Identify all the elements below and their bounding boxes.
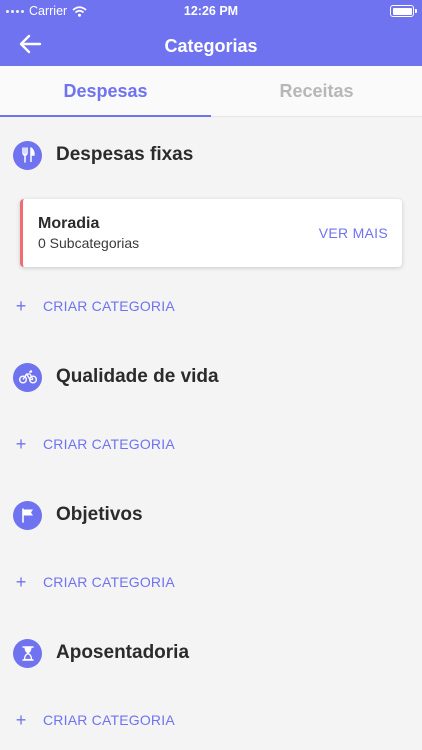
- section-title: Despesas fixas: [56, 144, 194, 165]
- create-category-label: CRIAR CATEGORIA: [43, 298, 175, 314]
- section-title: Aposentadoria: [56, 642, 190, 663]
- tab-despesas[interactable]: Despesas: [0, 66, 211, 117]
- create-category-button[interactable]: + CRIAR CATEGORIA: [14, 710, 175, 730]
- fork-knife-icon: [13, 140, 42, 170]
- status-time: 12:26 PM: [183, 4, 239, 18]
- tab-receitas[interactable]: Receitas: [211, 66, 422, 117]
- top-bar: Categorias: [0, 22, 422, 66]
- hourglass-icon: [13, 638, 42, 668]
- section-title: Objetivos: [56, 504, 143, 525]
- see-more-button[interactable]: VER MAIS: [319, 225, 388, 241]
- section-header-aposentadoria: Aposentadoria: [13, 638, 189, 668]
- flag-icon: [13, 500, 42, 530]
- plus-icon: +: [15, 709, 27, 730]
- category-name: Moradia: [38, 215, 100, 232]
- section-header-despesas-fixas: Despesas fixas: [13, 140, 193, 170]
- category-subcount: 0 Subcategorias: [38, 235, 140, 251]
- create-category-label: CRIAR CATEGORIA: [43, 436, 175, 452]
- create-category-button[interactable]: + CRIAR CATEGORIA: [14, 572, 175, 592]
- section-header-qualidade-de-vida: Qualidade de vida: [13, 362, 219, 392]
- section-title: Qualidade de vida: [56, 366, 219, 387]
- battery-icon: [390, 5, 417, 17]
- section-header-objetivos: Objetivos: [13, 500, 143, 530]
- tab-bar: Despesas Receitas: [0, 66, 422, 117]
- bicycle-icon: [13, 362, 42, 392]
- create-category-label: CRIAR CATEGORIA: [43, 574, 175, 590]
- create-category-button[interactable]: + CRIAR CATEGORIA: [14, 296, 175, 316]
- plus-icon: +: [15, 571, 27, 592]
- tab-indicator: [0, 115, 211, 117]
- status-bar: Carrier 12:26 PM: [0, 0, 422, 22]
- page-title: Categorias: [164, 36, 258, 56]
- category-card-moradia[interactable]: Moradia 0 Subcategorias VER MAIS: [20, 199, 402, 267]
- plus-icon: +: [15, 433, 27, 454]
- create-category-button[interactable]: + CRIAR CATEGORIA: [14, 434, 175, 454]
- create-category-label: CRIAR CATEGORIA: [43, 712, 175, 728]
- plus-icon: +: [15, 295, 27, 316]
